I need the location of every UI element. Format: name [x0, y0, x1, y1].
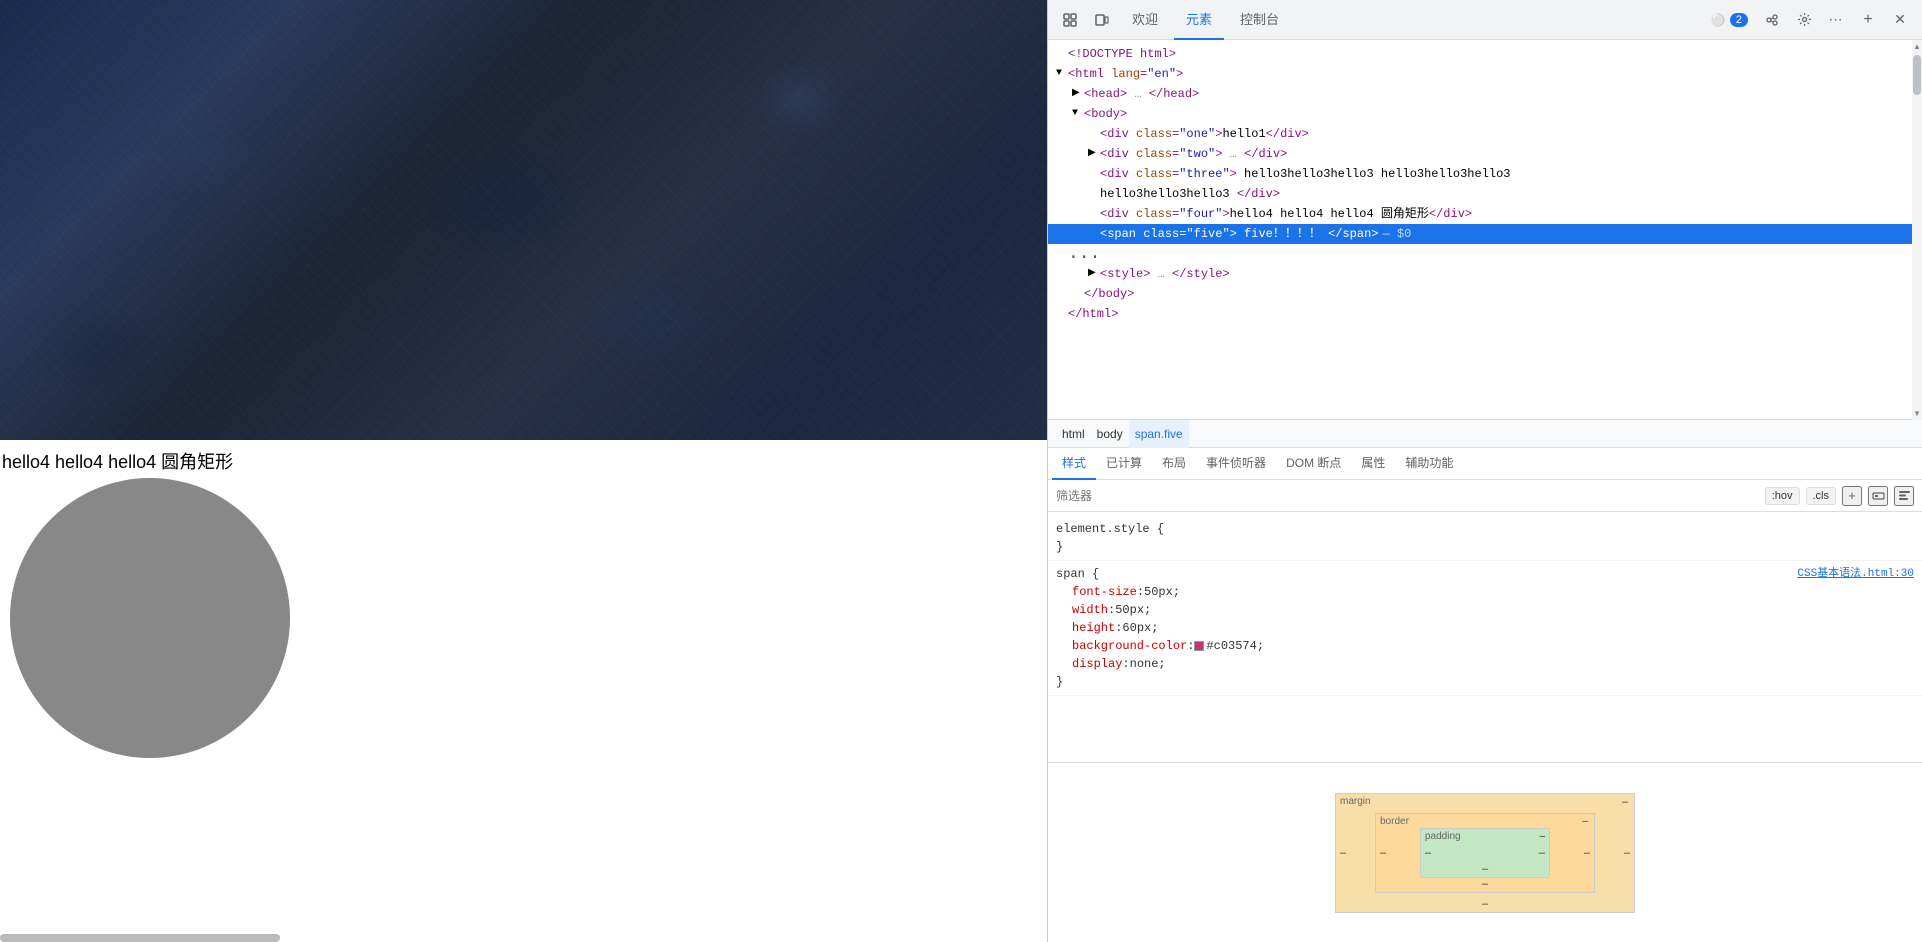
dom-line-div-one[interactable]: ▼ <div class="one">hello1</div>	[1048, 124, 1922, 144]
dom-arrow-style[interactable]	[1088, 265, 1100, 283]
css-rule-element-style: element.style { }	[1048, 516, 1922, 561]
sub-tab-computed[interactable]: 已计算	[1096, 448, 1152, 480]
border-dash: –	[1582, 816, 1588, 827]
css-close-brace-1: }	[1056, 538, 1914, 556]
css-selector-element[interactable]: element.style {	[1056, 520, 1914, 538]
hello4-text: hello4 hello4 hello4 圆角矩形	[0, 440, 1047, 482]
dom-arrow-html[interactable]	[1056, 65, 1068, 83]
dom-line-body[interactable]: <body>	[1048, 104, 1922, 124]
dom-line-div-three-1[interactable]: ▼ <div class="three"> hello3hello3hello3…	[1048, 164, 1922, 184]
close-icon: ✕	[1894, 11, 1906, 28]
close-devtools-btn[interactable]: ✕	[1886, 6, 1914, 34]
scroll-up-btn[interactable]: ▲	[1911, 40, 1922, 53]
margin-dash: –	[1622, 796, 1628, 808]
page-background-image	[0, 0, 1047, 440]
box-model-margin[interactable]: margin – – – – border – – – – padding –	[1335, 793, 1635, 913]
sub-tab-accessibility[interactable]: 辅助功能	[1395, 448, 1463, 480]
more-style-options-btn[interactable]	[1894, 486, 1914, 506]
css-prop-background-color[interactable]: background-color : #c03574;	[1056, 637, 1914, 655]
css-prop-display[interactable]: display : none;	[1056, 655, 1914, 673]
badge-count: 2	[1730, 13, 1748, 27]
dom-line-div-four[interactable]: ▼ <div class="four">hello4 hello4 hello4…	[1048, 204, 1922, 224]
dom-arrow-two[interactable]	[1088, 145, 1100, 163]
dom-line-div-three-2[interactable]: ▼ hello3hello3hello3 </div>	[1048, 184, 1922, 204]
css-prop-height[interactable]: height : 60px;	[1056, 619, 1914, 637]
circle-shape	[10, 478, 290, 758]
dom-line-head[interactable]: <head> … </head>	[1048, 84, 1922, 104]
sub-tab-dom-breakpoints[interactable]: DOM 断点	[1276, 448, 1351, 480]
filter-input[interactable]	[1056, 489, 1761, 503]
margin-dash-right: –	[1624, 847, 1630, 859]
sub-tab-event-listeners[interactable]: 事件侦听器	[1196, 448, 1276, 480]
sub-tab-layout[interactable]: 布局	[1152, 448, 1196, 480]
dom-arrow-body[interactable]	[1072, 105, 1084, 123]
dom-line-html[interactable]: <html lang="en">	[1048, 64, 1922, 84]
connections-btn[interactable]	[1758, 6, 1786, 34]
add-panel-btn[interactable]: +	[1854, 6, 1882, 34]
padding-label: padding	[1425, 831, 1461, 842]
scroll-thumb[interactable]	[1913, 55, 1921, 95]
badge-icon: ⚪	[1711, 13, 1726, 27]
css-prop-width[interactable]: width : 50px;	[1056, 601, 1914, 619]
box-model-padding[interactable]: padding – – – –	[1420, 828, 1550, 878]
styles-sub-tabs: 样式 已计算 布局 事件侦听器 DOM 断点 属性 辅助功能	[1048, 448, 1922, 480]
browser-content: hello4 hello4 hello4 圆角矩形	[0, 0, 1047, 942]
box-model-border[interactable]: border – – – – padding – – – –	[1375, 813, 1595, 893]
dom-selected-marker: — $0	[1383, 225, 1412, 243]
cls-filter-btn[interactable]: .cls	[1806, 487, 1837, 505]
css-prop-font-size[interactable]: font-size : 50px;	[1056, 583, 1914, 601]
breadcrumb-body[interactable]: body	[1091, 420, 1129, 448]
tab-elements[interactable]: 元素	[1174, 0, 1224, 40]
dom-dots-indicator[interactable]: ...	[1048, 244, 1922, 264]
margin-label: margin	[1340, 796, 1371, 807]
add-icon: +	[1863, 11, 1872, 29]
dom-line-div-two[interactable]: <div class="two"> … </div>	[1048, 144, 1922, 164]
dom-line-body-close[interactable]: ▼ </body>	[1048, 284, 1922, 304]
css-rule-span: span { CSS基本语法.html:30 font-size : 50px;…	[1048, 561, 1922, 696]
more-options-btn[interactable]: ⋯	[1822, 6, 1850, 34]
tab-welcome[interactable]: 欢迎	[1120, 0, 1170, 40]
settings-btn[interactable]	[1790, 6, 1818, 34]
hov-filter-btn[interactable]: :hov	[1765, 487, 1800, 505]
dom-scrollbar[interactable]: ▲ ▼	[1912, 40, 1922, 420]
margin-dash-bottom: –	[1482, 898, 1488, 910]
dom-line-style[interactable]: <style> … </style>	[1048, 264, 1922, 284]
dom-arrow-head[interactable]	[1072, 85, 1084, 103]
devtools-panel: 欢迎 元素 控制台 ⚪ 2 ⋯ +	[1047, 0, 1922, 942]
box-model-area: margin – – – – border – – – – padding –	[1048, 762, 1922, 942]
badge-btn[interactable]: ⚪ 2	[1705, 6, 1754, 34]
css-rules-area: element.style { } span { CSS基本语法.html:30…	[1048, 512, 1922, 762]
css-close-brace-2: }	[1056, 673, 1914, 691]
sub-tab-properties[interactable]: 属性	[1351, 448, 1395, 480]
dom-line-span-five[interactable]: ▼ <span class="five"> five！！！！ </span> —…	[1048, 224, 1922, 244]
dom-line-html-close[interactable]: ▼ </html>	[1048, 304, 1922, 324]
filter-bar: :hov .cls +	[1048, 480, 1922, 512]
color-swatch[interactable]	[1194, 641, 1204, 651]
more-icon: ⋯	[1829, 11, 1844, 28]
styles-panel: :hov .cls +	[1048, 480, 1922, 942]
tab-console[interactable]: 控制台	[1228, 0, 1291, 40]
add-style-rule-btn[interactable]: +	[1842, 486, 1862, 506]
css-selector-span[interactable]: span { CSS基本语法.html:30	[1056, 565, 1914, 583]
dots-label: ...	[1068, 244, 1100, 264]
scroll-down-btn[interactable]: ▼	[1913, 409, 1921, 418]
margin-dash-left: –	[1340, 847, 1346, 859]
devtools-toolbar: 欢迎 元素 控制台 ⚪ 2 ⋯ +	[1048, 0, 1922, 40]
scroll-indicator[interactable]	[0, 934, 280, 942]
sub-tab-styles[interactable]: 样式	[1052, 448, 1096, 480]
inspect-element-btn[interactable]	[1056, 6, 1084, 34]
breadcrumb-span-five[interactable]: span.five	[1129, 420, 1189, 448]
box-model-wrapper: margin – – – – border – – – – padding –	[1048, 785, 1922, 921]
toggle-element-state-btn[interactable]	[1868, 486, 1888, 506]
dom-line-doctype[interactable]: ▼ <!DOCTYPE html>	[1048, 44, 1922, 64]
device-toggle-btn[interactable]	[1088, 6, 1116, 34]
border-label: border	[1380, 816, 1409, 827]
breadcrumb-bar: html body span.five	[1048, 420, 1922, 448]
dom-tree-panel: ▼ <!DOCTYPE html> <html lang="en"> <head…	[1048, 40, 1922, 420]
css-source-link[interactable]: CSS基本语法.html:30	[1797, 565, 1914, 583]
breadcrumb-html[interactable]: html	[1056, 420, 1091, 448]
